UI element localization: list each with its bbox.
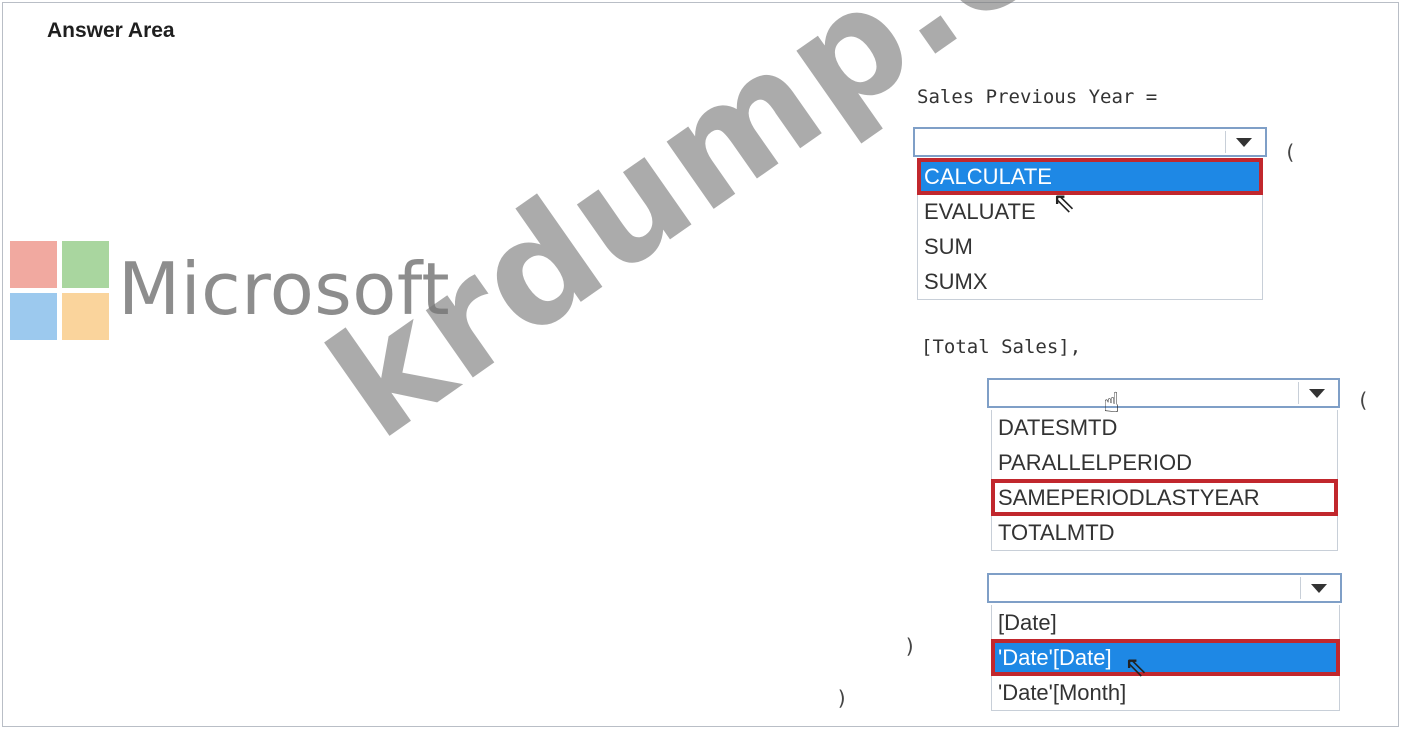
logo-square-red <box>10 241 57 288</box>
brand-wordmark: Microsoft <box>118 247 451 331</box>
logo-square-yellow <box>62 293 109 340</box>
chevron-down-icon[interactable] <box>1300 577 1336 599</box>
dropdown-option-parallelperiod[interactable]: PARALLELPERIOD <box>992 445 1337 480</box>
dropdown-option-sum[interactable]: SUM <box>918 229 1262 264</box>
time-function-dropdown-box[interactable] <box>987 378 1340 408</box>
date-column-dropdown-list: [Date] 'Date'[Date] 'Date'[Month] <box>991 605 1340 711</box>
dropdown-option-sumx[interactable]: SUMX <box>918 264 1262 299</box>
code-open-paren-2: ( <box>1357 388 1370 412</box>
dropdown-option-date-table-date[interactable]: 'Date'[Date] <box>991 639 1340 676</box>
chevron-down-icon[interactable] <box>1225 131 1261 153</box>
code-close-paren-outer: ) <box>836 686 849 710</box>
answer-area-title: Answer Area <box>47 19 175 42</box>
code-line-total-sales: [Total Sales], <box>921 336 1082 358</box>
logo-square-blue <box>10 293 57 340</box>
dropdown-option-sameperiodlastyear[interactable]: SAMEPERIODLASTYEAR <box>991 479 1338 516</box>
function-dropdown-list: CALCULATE EVALUATE SUM SUMX <box>917 158 1263 300</box>
logo-square-green <box>62 241 109 288</box>
code-line-measure-name: Sales Previous Year = <box>917 86 1158 108</box>
time-function-dropdown-list: DATESMTD PARALLELPERIOD SAMEPERIODLASTYE… <box>991 410 1338 551</box>
dropdown-option-evaluate[interactable]: EVALUATE <box>918 194 1262 229</box>
dropdown-option-date-table-month[interactable]: 'Date'[Month] <box>992 675 1339 710</box>
code-close-paren-inner: ) <box>904 634 917 658</box>
function-dropdown[interactable]: CALCULATE EVALUATE SUM SUMX <box>913 127 1267 307</box>
dropdown-option-calculate[interactable]: CALCULATE <box>917 158 1263 195</box>
dropdown-option-datesmtd[interactable]: DATESMTD <box>992 410 1337 445</box>
time-function-dropdown[interactable]: DATESMTD PARALLELPERIOD SAMEPERIODLASTYE… <box>987 378 1340 558</box>
hand-cursor-icon: ☝ <box>1103 386 1121 419</box>
function-dropdown-box[interactable] <box>913 127 1267 157</box>
code-open-paren-1: ( <box>1284 140 1297 164</box>
date-column-dropdown-box[interactable] <box>987 573 1342 603</box>
pointer-cursor-icon: ⇖ <box>1124 650 1148 683</box>
dropdown-option-totalmtd[interactable]: TOTALMTD <box>992 515 1337 550</box>
microsoft-logo-icon <box>10 241 110 341</box>
pointer-cursor-icon: ⇖ <box>1052 186 1076 219</box>
date-column-dropdown[interactable]: [Date] 'Date'[Date] 'Date'[Month] <box>987 573 1342 723</box>
dropdown-option-date[interactable]: [Date] <box>992 605 1339 640</box>
chevron-down-icon[interactable] <box>1298 382 1334 404</box>
